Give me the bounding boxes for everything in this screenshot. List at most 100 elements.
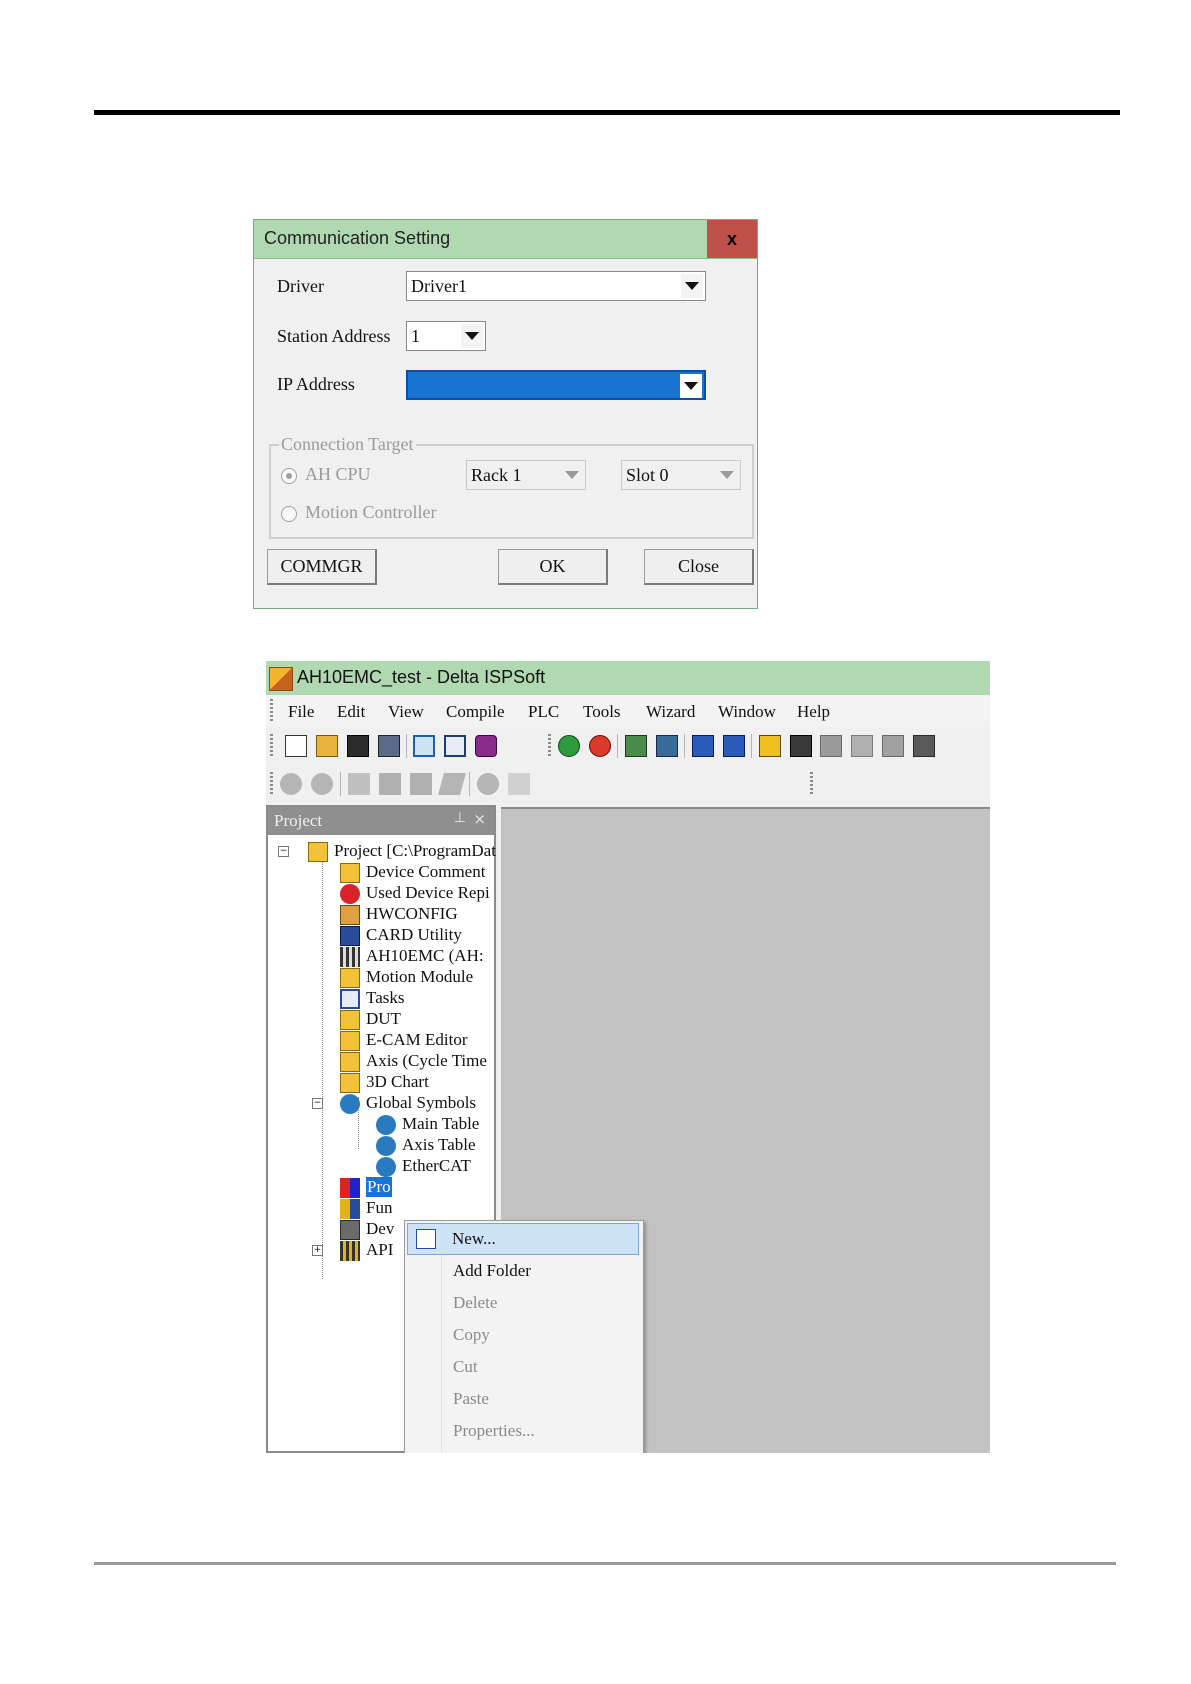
chevron-down-icon[interactable] — [716, 463, 738, 487]
expand-icon[interactable]: + — [312, 1245, 323, 1256]
ispsoft-window: AH10EMC_test - Delta ISPSoft File Edit V… — [266, 661, 990, 1453]
ip-address-select[interactable] — [406, 370, 706, 400]
communication-icon[interactable] — [790, 735, 812, 757]
close-icon[interactable]: x — [707, 220, 757, 258]
redo-icon[interactable] — [311, 773, 333, 795]
comment-icon — [340, 863, 360, 883]
project-panel-icon[interactable] — [413, 735, 435, 757]
paste-icon[interactable] — [410, 773, 432, 795]
menu-tools[interactable]: Tools — [583, 702, 621, 722]
app-logo-icon — [269, 667, 293, 691]
folder-icon — [340, 1073, 360, 1093]
context-properties[interactable]: Properties... — [407, 1415, 639, 1447]
api-icon — [340, 1241, 360, 1261]
project-panel-title: Project — [274, 811, 323, 830]
comm-setting-icon[interactable] — [913, 735, 935, 757]
global-symbols-icon — [340, 1094, 360, 1114]
menu-help[interactable]: Help — [797, 702, 830, 722]
new-file-icon[interactable] — [285, 735, 307, 757]
chevron-down-icon[interactable] — [461, 324, 483, 348]
pin-icon[interactable]: ⊥ — [454, 810, 466, 826]
radio-motion-controller-label: Motion Controller — [305, 502, 437, 522]
connect-icon[interactable] — [759, 735, 781, 757]
radio-motion-controller[interactable] — [281, 506, 297, 522]
main-toolbar — [266, 728, 990, 764]
replace-icon[interactable] — [508, 773, 530, 795]
close-icon[interactable]: × — [473, 810, 486, 828]
folder-icon — [340, 1052, 360, 1072]
connection-target-title: Connection Target — [279, 434, 416, 455]
eraser-icon[interactable] — [438, 773, 466, 795]
driver-value: Driver1 — [411, 276, 467, 296]
context-paste[interactable]: Paste — [407, 1383, 639, 1415]
station-address-select[interactable]: 1 — [406, 321, 486, 351]
project-folder-icon — [308, 842, 328, 862]
open-folder-icon[interactable] — [316, 735, 338, 757]
connection-target-group: Connection Target AH CPU Motion Controll… — [269, 434, 754, 539]
new-document-icon — [416, 1229, 436, 1249]
context-new[interactable]: New... — [407, 1223, 639, 1255]
stop-icon[interactable] — [589, 735, 611, 757]
download-icon[interactable] — [656, 735, 678, 757]
plc-icon — [340, 947, 360, 967]
driver-select[interactable]: Driver1 — [406, 271, 706, 301]
chevron-down-icon[interactable] — [680, 374, 702, 398]
online-edit-icon[interactable] — [882, 735, 904, 757]
window-layout-icon[interactable] — [444, 735, 466, 757]
context-copy[interactable]: Copy — [407, 1319, 639, 1351]
close-button[interactable]: Close — [644, 549, 754, 585]
context-cut[interactable]: Cut — [407, 1351, 639, 1383]
function-block-icon — [340, 1199, 360, 1219]
menu-plc[interactable]: PLC — [528, 702, 559, 722]
program-icon — [340, 1178, 360, 1198]
run-icon[interactable] — [558, 735, 580, 757]
edit-toolbar — [266, 766, 990, 802]
context-add-folder[interactable]: Add Folder — [407, 1255, 639, 1287]
menu-compile[interactable]: Compile — [446, 702, 505, 722]
communication-setting-dialog: Communication Setting x Driver Driver1 S… — [253, 219, 758, 609]
undo-icon[interactable] — [280, 773, 302, 795]
station-address-value: 1 — [411, 326, 420, 346]
rack-select[interactable]: Rack 1 — [466, 460, 586, 490]
download-monitor-icon[interactable] — [723, 735, 745, 757]
slot-select[interactable]: Slot 0 — [621, 460, 741, 490]
slot-value: Slot 0 — [626, 465, 669, 485]
monitor-table-icon[interactable] — [820, 735, 842, 757]
card-icon — [340, 926, 360, 946]
context-delete[interactable]: Delete — [407, 1287, 639, 1319]
chevron-down-icon[interactable] — [681, 274, 703, 298]
dialog-titlebar: Communication Setting x — [254, 220, 757, 259]
menu-edit[interactable]: Edit — [337, 702, 365, 722]
upload-monitor-icon[interactable] — [692, 735, 714, 757]
window-title: AH10EMC_test - Delta ISPSoft — [297, 667, 546, 687]
device-monitor-icon[interactable] — [851, 735, 873, 757]
symbol-table-icon — [376, 1115, 396, 1135]
collapse-icon[interactable]: − — [312, 1098, 323, 1109]
menu-window[interactable]: Window — [718, 702, 776, 722]
menu-wizard[interactable]: Wizard — [646, 702, 695, 722]
folder-icon — [340, 1010, 360, 1030]
dialog-title: Communication Setting — [264, 228, 451, 248]
find-icon[interactable] — [477, 773, 499, 795]
menu-bar: File Edit View Compile PLC Tools Wizard … — [266, 695, 990, 727]
upload-icon[interactable] — [625, 735, 647, 757]
print-icon[interactable] — [378, 735, 400, 757]
project-panel-header: Project ⊥ × — [268, 807, 494, 835]
menu-view[interactable]: View — [388, 702, 424, 722]
commgr-button[interactable]: COMMGR — [267, 549, 377, 585]
save-icon[interactable] — [347, 735, 369, 757]
header-rule — [94, 110, 1120, 115]
menu-grip[interactable] — [270, 699, 273, 723]
ip-address-label: IP Address — [277, 374, 355, 394]
copy-icon[interactable] — [379, 773, 401, 795]
book-icon[interactable] — [475, 735, 497, 757]
cut-icon[interactable] — [348, 773, 370, 795]
radio-ah-cpu[interactable] — [281, 468, 297, 484]
device-icon — [340, 1220, 360, 1240]
report-icon — [340, 884, 360, 904]
ok-button[interactable]: OK — [498, 549, 608, 585]
menu-file[interactable]: File — [288, 702, 314, 722]
chevron-down-icon[interactable] — [561, 463, 583, 487]
collapse-icon[interactable]: − — [278, 846, 289, 857]
driver-label: Driver — [277, 276, 324, 296]
